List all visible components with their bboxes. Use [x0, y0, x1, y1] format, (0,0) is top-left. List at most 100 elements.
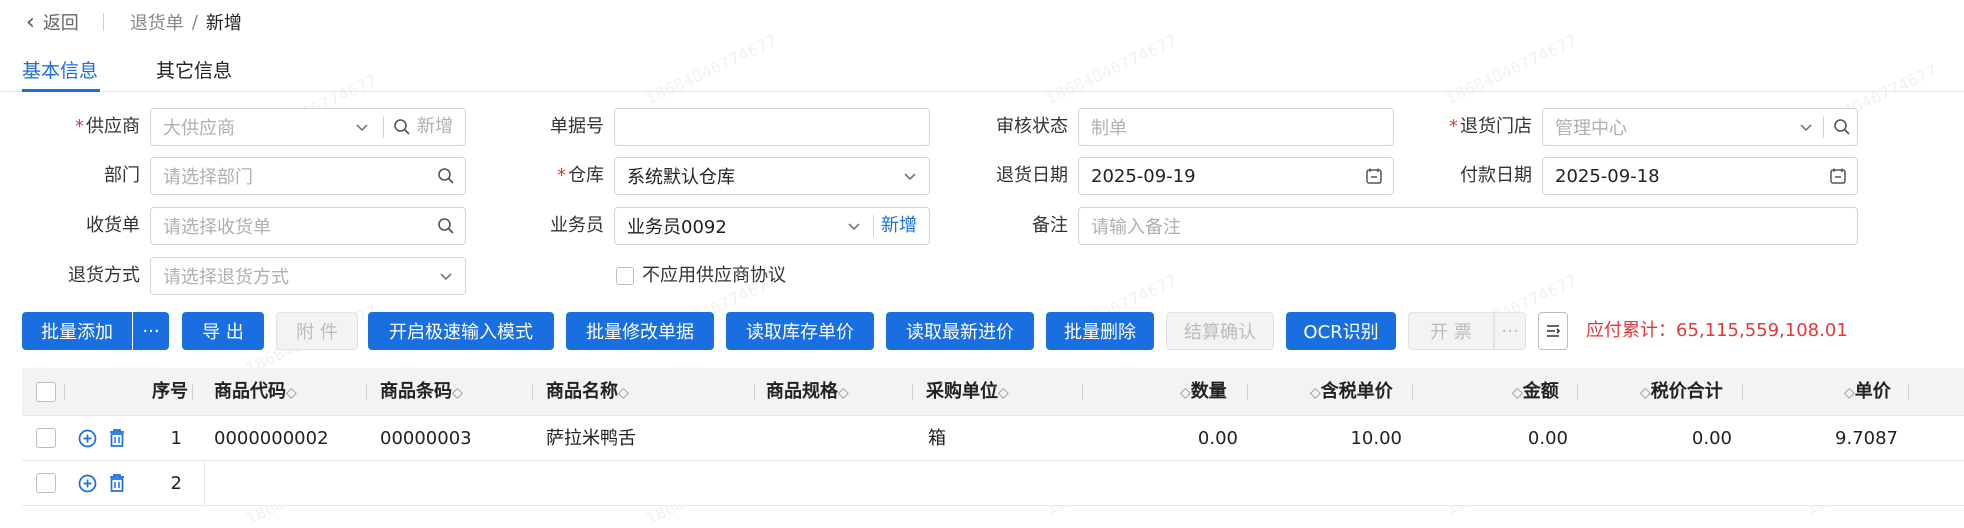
delete-row-icon[interactable]: [108, 473, 126, 498]
header-price[interactable]: ◇单价: [1844, 368, 1891, 416]
chevron-down-icon[interactable]: [839, 208, 869, 244]
remark-input[interactable]: 请输入备注: [1078, 207, 1858, 245]
sort-icon: ◇: [286, 385, 297, 401]
cell-tax-price[interactable]: 10.00: [1292, 416, 1402, 461]
header-barcode[interactable]: 商品条码◇: [380, 368, 463, 416]
batch-edit-button[interactable]: 批量修改单据: [566, 312, 714, 350]
no-agreement-checkbox[interactable]: [616, 267, 634, 285]
batch-delete-button[interactable]: 批量删除: [1046, 312, 1154, 350]
ocr-button[interactable]: OCR识别: [1286, 312, 1396, 350]
doc-no-label: 单据号: [550, 116, 604, 137]
cell-price[interactable]: 9.7087: [1788, 416, 1898, 461]
column-divider: [64, 384, 65, 400]
chevron-down-icon[interactable]: [1793, 109, 1819, 145]
pay-date-picker[interactable]: 2025-09-18: [1542, 157, 1858, 195]
salesman-add-link[interactable]: 新增: [881, 208, 917, 244]
sort-icon: ◇: [1180, 385, 1191, 401]
header-qty[interactable]: ◇数量: [1180, 368, 1227, 416]
sort-icon: ◇: [1310, 385, 1321, 401]
cell-code[interactable]: 0000000002: [214, 416, 329, 461]
receipt-label: 收货单: [86, 215, 140, 236]
chevron-down-icon[interactable]: [431, 258, 461, 294]
batch-add-button[interactable]: 批量添加: [22, 312, 132, 350]
payable-total: 应付累计：65,115,559,108.01: [1586, 312, 1848, 350]
receipt-select[interactable]: 请选择收货单: [150, 207, 466, 245]
salesman-value: 业务员0092: [627, 217, 727, 238]
search-icon[interactable]: [431, 158, 461, 194]
cell-amount[interactable]: 0.00: [1458, 416, 1568, 461]
chevron-down-icon[interactable]: [347, 109, 377, 145]
header-total[interactable]: ◇税价合计: [1640, 368, 1723, 416]
column-divider: [1908, 384, 1909, 400]
cell-seq: 1: [170, 428, 182, 449]
cell-unit[interactable]: 箱: [928, 416, 946, 461]
column-settings-button[interactable]: [1538, 312, 1568, 350]
header-code[interactable]: 商品代码◇: [214, 368, 297, 416]
column-divider: [912, 384, 913, 400]
cell-seq: 2: [170, 473, 182, 494]
header-unit[interactable]: 采购单位◇: [926, 368, 1009, 416]
payable-total-value: 65,115,559,108.01: [1676, 320, 1848, 341]
audit-status-field: 制单: [1078, 108, 1394, 146]
breadcrumb-parent[interactable]: 退货单: [130, 9, 184, 35]
dept-select[interactable]: 请选择部门: [150, 157, 466, 195]
search-icon[interactable]: [389, 109, 415, 145]
return-date-picker[interactable]: 2025-09-19: [1078, 157, 1394, 195]
row-checkbox[interactable]: [36, 473, 56, 493]
remark-label: 备注: [1032, 215, 1068, 236]
top-bar: ‹ 返回 退货单 / 新增: [0, 0, 1964, 44]
return-date-label: 退货日期: [996, 165, 1068, 186]
back-button[interactable]: ‹ 返回: [26, 9, 79, 35]
cell-qty[interactable]: 0.00: [1132, 416, 1238, 461]
divider: [383, 116, 384, 138]
select-all-checkbox[interactable]: [36, 382, 56, 402]
settle-confirm-button[interactable]: 结算确认: [1166, 312, 1274, 350]
warehouse-select[interactable]: 系统默认仓库: [614, 157, 930, 195]
add-row-icon[interactable]: [78, 429, 97, 453]
header-amount[interactable]: ◇金额: [1512, 368, 1559, 416]
return-store-select[interactable]: 管理中心: [1542, 108, 1858, 146]
return-method-select[interactable]: 请选择退货方式: [150, 257, 466, 295]
export-button[interactable]: 导 出: [182, 312, 264, 350]
sort-icon: ◇: [452, 385, 463, 401]
sort-icon: ◇: [1512, 385, 1523, 401]
warehouse-label: * 仓库: [557, 165, 604, 186]
header-spec[interactable]: 商品规格◇: [766, 368, 849, 416]
read-stock-price-button[interactable]: 读取库存单价: [726, 312, 874, 350]
tab-bar: 基本信息 其它信息: [0, 52, 1964, 92]
cell-total[interactable]: 0.00: [1622, 416, 1732, 461]
header-tax-price[interactable]: ◇含税单价: [1310, 368, 1393, 416]
invoice-more-button[interactable]: ···: [1494, 312, 1526, 350]
table-row[interactable]: 1 0000000002 00000003 萨拉米鸭舌 箱 0.00 10.00…: [22, 416, 1964, 461]
column-divider: [1742, 384, 1743, 400]
cell-name[interactable]: 萨拉米鸭舌: [546, 416, 636, 461]
chevron-down-icon[interactable]: [895, 158, 925, 194]
breadcrumb-separator: /: [191, 11, 198, 33]
batch-add-more-button[interactable]: ···: [133, 312, 169, 350]
dept-placeholder: 请选择部门: [163, 167, 253, 188]
attachment-button[interactable]: 附 件: [276, 312, 358, 350]
supplier-placeholder: 大供应商: [163, 118, 235, 139]
header-name[interactable]: 商品名称◇: [546, 368, 629, 416]
fast-input-mode-button[interactable]: 开启极速输入模式: [368, 312, 554, 350]
calendar-icon[interactable]: [1359, 158, 1389, 194]
table-row[interactable]: 2: [22, 461, 1964, 506]
calendar-icon[interactable]: [1823, 158, 1853, 194]
supplier-add-link[interactable]: 新增: [417, 109, 453, 145]
supplier-select[interactable]: 大供应商 新增: [150, 108, 466, 146]
tab-other-info[interactable]: 其它信息: [156, 56, 232, 83]
salesman-select[interactable]: 业务员0092 新增: [614, 207, 930, 245]
no-agreement-label: 不应用供应商协议: [642, 265, 786, 286]
back-label: 返回: [42, 13, 79, 34]
column-divider: [1577, 384, 1578, 400]
search-icon[interactable]: [431, 208, 461, 244]
read-latest-price-button[interactable]: 读取最新进价: [886, 312, 1034, 350]
search-icon[interactable]: [1827, 109, 1857, 145]
cell-barcode[interactable]: 00000003: [380, 416, 472, 461]
add-row-icon[interactable]: [78, 474, 97, 498]
delete-row-icon[interactable]: [108, 428, 126, 453]
invoice-button[interactable]: 开 票: [1408, 312, 1494, 350]
doc-no-input[interactable]: [614, 108, 930, 146]
row-checkbox[interactable]: [36, 428, 56, 448]
tab-basic-info[interactable]: 基本信息: [22, 56, 98, 83]
